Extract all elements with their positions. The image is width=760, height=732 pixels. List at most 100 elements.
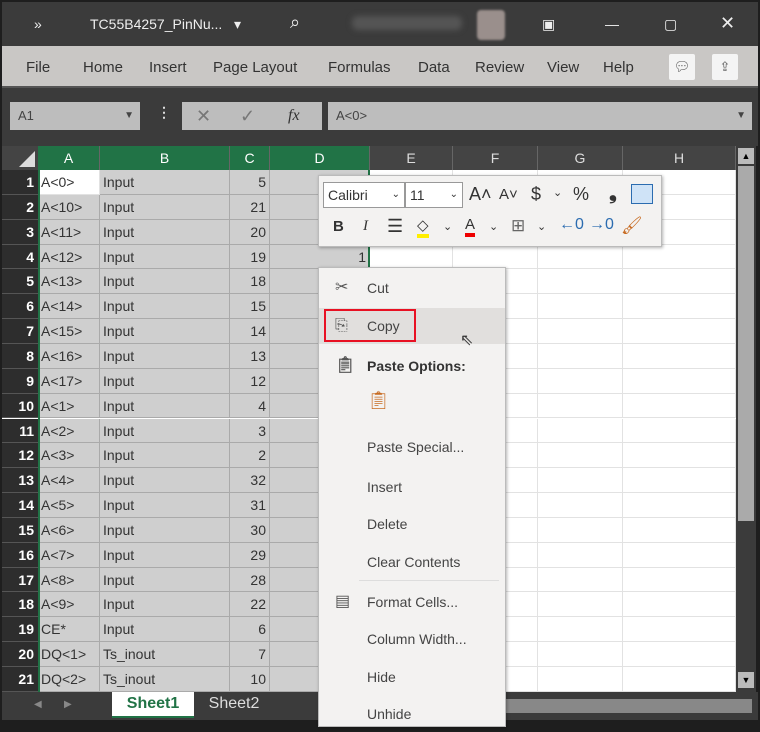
row-header[interactable]: 4 <box>2 244 38 270</box>
scroll-up-button[interactable]: ▲ <box>738 148 754 164</box>
cell-B2[interactable]: Input <box>100 194 230 220</box>
column-header-D[interactable]: D <box>270 146 370 170</box>
row-header[interactable]: 19 <box>2 617 38 643</box>
cell-G21[interactable] <box>538 667 623 692</box>
cell-C12[interactable]: 2 <box>230 443 270 469</box>
font-size-select[interactable]: 11 ⌄ <box>405 182 463 208</box>
cell-B12[interactable]: Input <box>100 443 230 469</box>
cell-B17[interactable]: Input <box>100 567 230 593</box>
row-header[interactable]: 12 <box>2 443 38 469</box>
chevron-down-icon[interactable]: ▾ <box>234 16 241 33</box>
comments-icon[interactable]: 💬︎ <box>669 54 695 80</box>
cell-A11[interactable]: A<2> <box>38 418 100 444</box>
row-header[interactable]: 5 <box>2 269 38 295</box>
cell-B4[interactable]: Input <box>100 244 230 270</box>
row-header[interactable]: 10 <box>2 393 38 419</box>
cell-H20[interactable] <box>623 642 736 667</box>
chevron-down-icon[interactable]: ⌄ <box>553 186 562 199</box>
cell-G4[interactable] <box>538 244 623 270</box>
row-header[interactable]: 14 <box>2 493 38 518</box>
column-header-H[interactable]: H <box>623 146 736 170</box>
row-header[interactable]: 13 <box>2 468 38 494</box>
menu-item-format-cells[interactable]: ▤ Format Cells... <box>319 584 505 620</box>
menu-item-paste-special[interactable]: Paste Special... <box>319 429 505 465</box>
cell-A10[interactable]: A<1> <box>38 393 100 419</box>
cell-C17[interactable]: 28 <box>230 567 270 593</box>
row-header[interactable]: 11 <box>2 418 38 444</box>
cell-G12[interactable] <box>538 443 623 469</box>
cell-H5[interactable] <box>623 269 736 295</box>
menu-item-clear-contents[interactable]: Clear Contents <box>319 544 505 580</box>
menu-item-delete[interactable]: Delete <box>319 506 505 542</box>
close-button[interactable]: ✕ <box>720 13 735 34</box>
row-header[interactable]: 20 <box>2 642 38 667</box>
cell-B6[interactable]: Input <box>100 294 230 320</box>
insert-function-button[interactable]: fx <box>288 102 300 130</box>
tab-home[interactable]: Home <box>83 59 123 76</box>
row-header[interactable]: 1 <box>2 170 38 195</box>
percent-button[interactable]: % <box>573 184 589 205</box>
bold-button[interactable]: B <box>333 218 344 235</box>
cell-B10[interactable]: Input <box>100 393 230 419</box>
tab-formulas[interactable]: Formulas <box>328 59 391 76</box>
cell-A7[interactable]: A<15> <box>38 319 100 344</box>
cell-C7[interactable]: 14 <box>230 319 270 344</box>
row-header[interactable]: 16 <box>2 542 38 568</box>
cell-C14[interactable]: 31 <box>230 493 270 518</box>
row-header[interactable]: 21 <box>2 667 38 692</box>
format-painter-icon[interactable]: 🖌︎ <box>621 216 643 236</box>
column-header-E[interactable]: E <box>370 146 453 170</box>
cell-H13[interactable] <box>623 468 736 494</box>
cell-C15[interactable]: 30 <box>230 517 270 543</box>
cell-A6[interactable]: A<14> <box>38 294 100 320</box>
tab-review[interactable]: Review <box>475 59 524 76</box>
tab-help[interactable]: Help <box>603 59 634 76</box>
cell-A16[interactable]: A<7> <box>38 542 100 568</box>
cell-B13[interactable]: Input <box>100 468 230 494</box>
paste-keep-formatting-icon[interactable]: 📋︎ <box>367 390 390 411</box>
column-header-C[interactable]: C <box>230 146 270 170</box>
cell-A14[interactable]: A<5> <box>38 493 100 518</box>
share-icon[interactable]: ⇪ <box>712 54 738 80</box>
scroll-thumb[interactable] <box>738 166 754 521</box>
cell-G9[interactable] <box>538 368 623 394</box>
cell-E4[interactable] <box>370 244 453 270</box>
row-header[interactable]: 2 <box>2 194 38 220</box>
row-header[interactable]: 18 <box>2 592 38 618</box>
sheet-tab-sheet1[interactable]: Sheet1 <box>112 692 194 718</box>
cell-C8[interactable]: 13 <box>230 343 270 369</box>
cell-C3[interactable]: 20 <box>230 219 270 245</box>
cell-B20[interactable]: Ts_inout <box>100 642 230 667</box>
cell-H6[interactable] <box>623 294 736 320</box>
file-name[interactable]: TC55B4257_PinNu... <box>90 16 222 32</box>
cell-H12[interactable] <box>623 443 736 469</box>
column-header-G[interactable]: G <box>538 146 623 170</box>
cell-H11[interactable] <box>623 418 736 444</box>
decrease-decimal-icon[interactable]: ←0 <box>559 216 584 234</box>
cell-G20[interactable] <box>538 642 623 667</box>
cell-A17[interactable]: A<8> <box>38 567 100 593</box>
cell-A2[interactable]: A<10> <box>38 194 100 220</box>
fill-color-icon[interactable]: ◇ <box>417 216 429 238</box>
cell-G7[interactable] <box>538 319 623 344</box>
cell-A21[interactable]: DQ<2> <box>38 667 100 692</box>
cell-A3[interactable]: A<11> <box>38 219 100 245</box>
cell-C21[interactable]: 10 <box>230 667 270 692</box>
cell-G11[interactable] <box>538 418 623 444</box>
column-header-B[interactable]: B <box>100 146 230 170</box>
menu-item-cut[interactable]: ✂ Cut <box>319 270 505 306</box>
cell-C13[interactable]: 32 <box>230 468 270 494</box>
font-name-select[interactable]: Calibri ⌄ <box>323 182 405 208</box>
cell-B15[interactable]: Input <box>100 517 230 543</box>
cell-H4[interactable] <box>623 244 736 270</box>
minimize-button[interactable]: — <box>605 16 619 32</box>
cell-H19[interactable] <box>623 617 736 643</box>
menu-item-hide[interactable]: Hide <box>319 659 505 695</box>
ribbon-display-icon[interactable]: ▣ <box>542 16 555 33</box>
comma-style-button[interactable]: ❟ <box>609 182 617 205</box>
cell-G5[interactable] <box>538 269 623 295</box>
vertical-scrollbar[interactable]: ▲ ▼ <box>736 146 756 692</box>
sheet-tab-sheet2[interactable]: Sheet2 <box>198 692 270 718</box>
cell-H16[interactable] <box>623 542 736 568</box>
cell-B7[interactable]: Input <box>100 319 230 344</box>
